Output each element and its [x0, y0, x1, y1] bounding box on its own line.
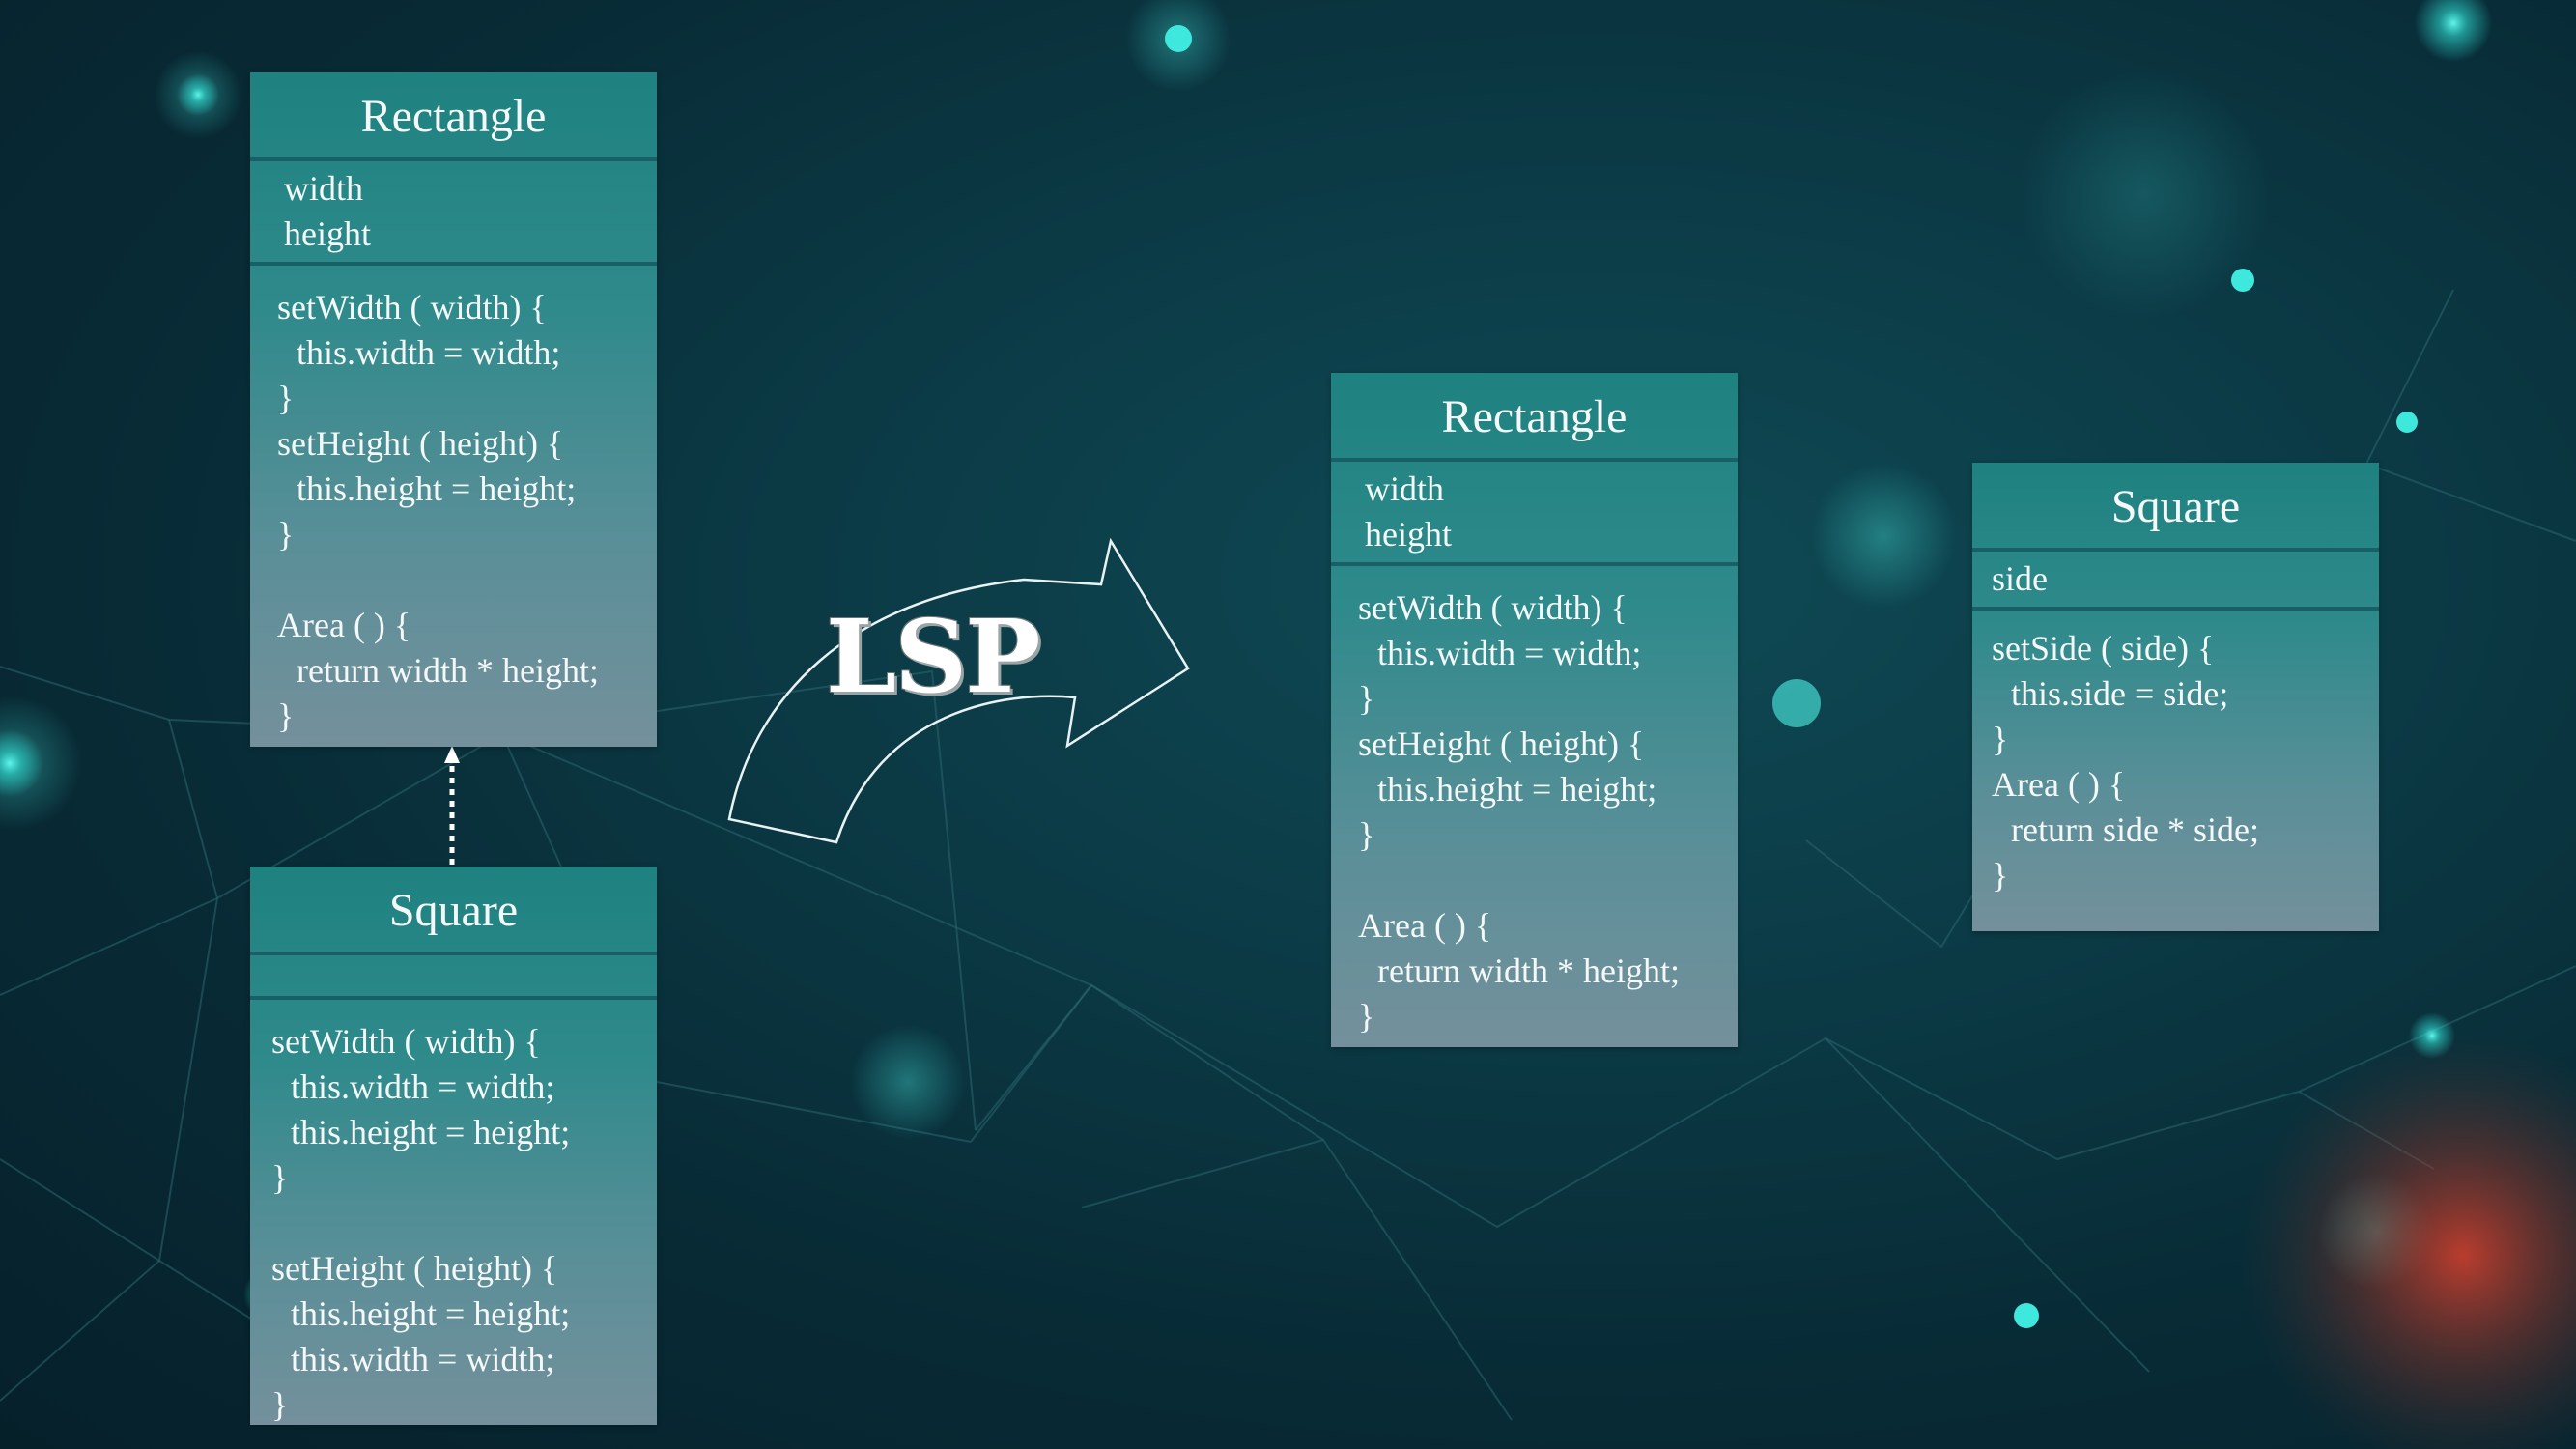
operation-line: setHeight ( height) {: [277, 424, 564, 463]
operation-line: return side * side;: [2011, 810, 2259, 849]
operation-line: this.width = width;: [1377, 634, 1642, 672]
attribute: height: [1365, 515, 1452, 554]
left-square-class: Square setWidth ( width) { this.width = …: [250, 867, 657, 1425]
operation-line: return width * height;: [297, 651, 599, 690]
operation-line: this.width = width;: [297, 333, 561, 372]
operation-line: Area ( ) {: [277, 606, 411, 644]
operation-line: Area ( ) {: [1358, 906, 1492, 945]
operation-line: this.height = height;: [291, 1113, 571, 1151]
operation-line: }: [1358, 679, 1375, 718]
operation-gap: [277, 557, 647, 603]
attribute: side: [1992, 559, 2048, 598]
operation-gap: [271, 1201, 647, 1246]
operation-line: }: [271, 1385, 289, 1424]
class-operations: setWidth ( width) { this.width = width; …: [1331, 566, 1738, 1039]
operation-line: this.side = side;: [2011, 674, 2229, 713]
class-attributes: width height: [1331, 462, 1738, 566]
right-rectangle-class: Rectangle width height setWidth ( width)…: [1331, 373, 1738, 1047]
operation-line: Area ( ) {: [1992, 765, 2126, 804]
operation-line: setHeight ( height) {: [271, 1249, 558, 1288]
class-attributes: [250, 955, 657, 1000]
class-operations: setWidth ( width) { this.width = width; …: [250, 266, 657, 739]
attribute: width: [1365, 469, 1445, 508]
operation-line: this.height = height;: [291, 1294, 571, 1333]
operation-line: }: [1992, 720, 2009, 758]
operation-line: }: [277, 696, 295, 735]
operation-line: setSide ( side) {: [1992, 629, 2215, 668]
class-operations: setSide ( side) { this.side = side; } Ar…: [1972, 611, 2379, 898]
class-title: Rectangle: [1331, 373, 1738, 462]
attribute: width: [284, 169, 364, 208]
class-attributes: side: [1972, 552, 2379, 611]
operation-line: }: [1358, 815, 1375, 854]
right-square-class: Square side setSide ( side) { this.side …: [1972, 463, 2379, 931]
operation-line: this.height = height;: [297, 469, 577, 508]
left-rectangle-class: Rectangle width height setWidth ( width)…: [250, 72, 657, 747]
operation-line: setWidth ( width) {: [1358, 588, 1628, 627]
operation-line: this.width = width;: [291, 1067, 555, 1106]
operation-line: }: [277, 515, 295, 554]
operation-line: }: [277, 379, 295, 417]
operation-line: }: [1992, 856, 2009, 895]
operation-gap: [1358, 858, 1728, 903]
class-title: Rectangle: [250, 72, 657, 161]
operation-line: setWidth ( width) {: [271, 1022, 541, 1061]
operation-line: setHeight ( height) {: [1358, 724, 1645, 763]
operation-line: setWidth ( width) {: [277, 288, 547, 327]
class-attributes: width height: [250, 161, 657, 266]
class-operations: setWidth ( width) { this.width = width; …: [250, 1000, 657, 1428]
lsp-label: LSP: [826, 597, 1040, 716]
operation-line: }: [1358, 997, 1375, 1036]
operation-line: }: [271, 1158, 289, 1197]
class-title: Square: [1972, 463, 2379, 552]
operation-line: return width * height;: [1377, 952, 1680, 990]
class-title: Square: [250, 867, 657, 955]
operation-line: this.height = height;: [1377, 770, 1657, 809]
attribute: height: [284, 214, 371, 253]
operation-line: this.width = width;: [291, 1340, 555, 1378]
